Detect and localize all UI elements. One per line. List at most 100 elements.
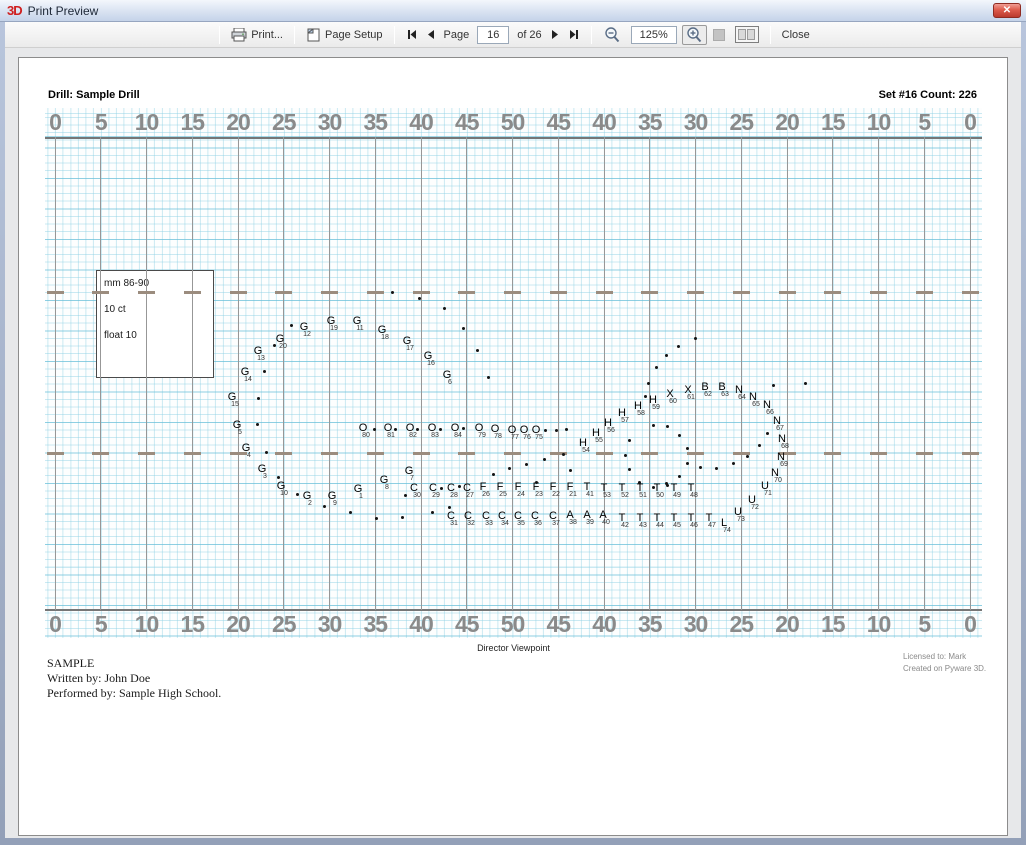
title-bar: 3D Print Preview ✕ [0, 0, 1026, 22]
yard-line [512, 137, 513, 610]
performer-number: 72 [747, 505, 763, 511]
performer-number: 16 [423, 361, 439, 367]
yard-line [466, 137, 467, 610]
performer-G10: G10 [273, 481, 289, 497]
performer-number: 14 [240, 377, 256, 383]
print-button[interactable]: Print... [227, 26, 287, 44]
performer-B63: B63 [714, 382, 730, 398]
performer-T42: T42 [614, 513, 630, 529]
performer-number: 57 [617, 418, 633, 424]
performer-C37: C37 [545, 511, 561, 527]
performer-number: 48 [686, 493, 702, 499]
transition-dot [439, 428, 442, 431]
next-page-button[interactable] [546, 28, 564, 41]
window-close-button[interactable]: ✕ [993, 3, 1021, 18]
zoom-in-button[interactable] [682, 25, 707, 45]
performer-T43: T43 [632, 513, 648, 529]
performer-number: 68 [777, 444, 793, 450]
hash-mark [458, 452, 475, 455]
performer-H58: H58 [630, 401, 646, 417]
transition-dot [256, 423, 259, 426]
performer-number: 73 [733, 517, 749, 523]
first-page-icon [407, 30, 417, 39]
previous-page-button[interactable] [422, 28, 440, 41]
performer-N66: N66 [759, 400, 775, 416]
performer-G12: G12 [296, 322, 312, 338]
transition-dot [694, 337, 697, 340]
zoom-out-button[interactable] [599, 25, 626, 45]
transition-dot [257, 397, 260, 400]
page-setup-button[interactable]: Page Setup [302, 26, 387, 44]
performer-C35: C35 [510, 511, 526, 527]
hash-mark [916, 452, 933, 455]
hash-mark [641, 452, 658, 455]
hash-mark [321, 452, 338, 455]
transition-dot [543, 458, 546, 461]
page-number-input[interactable]: 16 [477, 26, 509, 44]
printer-icon [231, 28, 247, 42]
performer-number: 30 [409, 493, 425, 499]
zoom-level-value[interactable]: 125% [631, 26, 677, 44]
first-page-button[interactable] [402, 28, 422, 41]
toolbar-separator [219, 26, 220, 44]
performer-G7: G7 [401, 466, 417, 482]
performer-number: 58 [633, 411, 649, 417]
drill-note-box: mm 86-90 10 ct float 10 [96, 270, 214, 378]
performer-O84: O84 [447, 423, 463, 439]
hash-mark [550, 291, 567, 294]
close-preview-button[interactable]: Close [778, 27, 814, 43]
page-count-label: of 26 [517, 29, 541, 41]
performer-number: 71 [760, 491, 776, 497]
performer-O83: O83 [424, 423, 440, 439]
created-on: Created on Pyware 3D. [903, 663, 986, 675]
yard-number-top: 0 [940, 110, 1000, 135]
performer-O75: O75 [528, 425, 544, 441]
transition-dot [418, 297, 421, 300]
performer-T48: T48 [683, 483, 699, 499]
transition-dot [746, 455, 749, 458]
transition-dot [416, 428, 419, 431]
performer-G13: G13 [250, 346, 266, 362]
performer-C27: C27 [459, 483, 475, 499]
transition-dot [678, 434, 681, 437]
transition-dot [665, 354, 668, 357]
performer-G8: G8 [376, 475, 392, 491]
last-page-button[interactable] [564, 28, 584, 41]
transition-dot [666, 425, 669, 428]
toolbar-separator [770, 26, 771, 44]
performer-G5: G5 [229, 420, 245, 436]
yard-line [924, 137, 925, 610]
yard-line [787, 137, 788, 610]
performer-T46: T46 [683, 513, 699, 529]
performer-number: 4 [241, 453, 257, 459]
hash-mark [458, 291, 475, 294]
performer-number: 59 [648, 405, 664, 411]
toolbar: Print... Page Setup Page 1 [5, 22, 1021, 48]
performer-H59: H59 [645, 395, 661, 411]
yard-line [604, 137, 605, 610]
transition-dot [804, 382, 807, 385]
hash-mark [596, 291, 613, 294]
performer-number: 75 [531, 435, 547, 441]
performer-number: 74 [719, 528, 735, 534]
performer-G17: G17 [399, 336, 415, 352]
performer-N67: N67 [769, 416, 785, 432]
hash-mark [870, 452, 887, 455]
note-line: mm 86-90 [104, 278, 213, 289]
hash-mark [779, 291, 796, 294]
transition-dot [677, 345, 680, 348]
hash-mark [184, 291, 201, 294]
transition-dot [476, 349, 479, 352]
transition-dot [525, 463, 528, 466]
transition-dot [628, 468, 631, 471]
two-page-view-button[interactable] [735, 26, 759, 43]
next-page-icon [551, 30, 559, 39]
transition-dot [349, 511, 352, 514]
transition-dot [766, 432, 769, 435]
performer-symbol: G [299, 491, 315, 501]
performer-number: 55 [591, 438, 607, 444]
yard-line [146, 137, 147, 610]
performer-number: 13 [253, 356, 269, 362]
performer-F21: F21 [562, 482, 578, 498]
performer-number: 83 [427, 433, 443, 439]
